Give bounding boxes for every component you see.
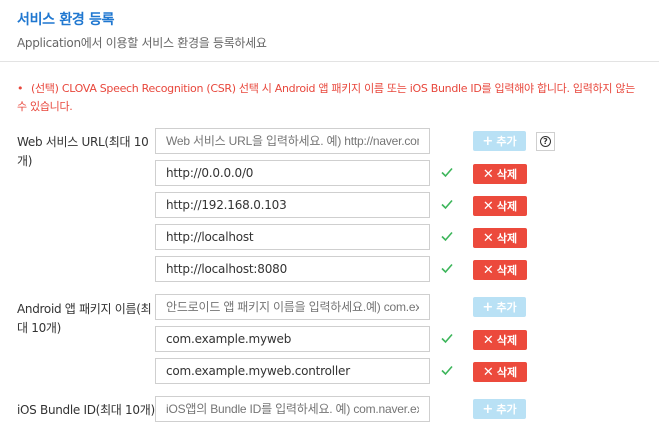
header-divider — [0, 61, 659, 62]
x-icon: ✕ — [482, 198, 494, 214]
question-circle-icon: ? — [540, 136, 551, 147]
web-url-input[interactable] — [155, 128, 430, 154]
x-icon: ✕ — [482, 332, 494, 348]
check-icon — [441, 231, 453, 242]
web-url-delete-button[interactable]: ✕ 삭제 — [473, 228, 527, 248]
notice-line-1: (선택) CLOVA Speech Recognition (CSR) 선택 시… — [31, 82, 636, 95]
web-url-label: Web 서비스 URL(최대 10 개) — [17, 135, 149, 168]
web-url-entry[interactable]: http://192.168.0.103 — [155, 192, 430, 218]
ios-bundle-label: iOS Bundle ID(최대 10개) — [17, 403, 155, 417]
plus-icon: + — [482, 299, 494, 315]
x-icon: ✕ — [482, 230, 494, 246]
web-url-entry[interactable]: http://0.0.0.0/0 — [155, 160, 430, 186]
web-url-entry[interactable]: http://localhost:8080 — [155, 256, 430, 282]
ios-bundle-add-button[interactable]: + 추가 — [473, 399, 526, 419]
web-url-delete-button[interactable]: ✕ 삭제 — [473, 196, 527, 216]
help-button[interactable]: ? — [536, 132, 555, 151]
check-icon — [441, 167, 453, 178]
web-url-add-button[interactable]: + 추가 — [473, 131, 526, 151]
x-icon: ✕ — [482, 364, 494, 380]
android-package-entry[interactable]: com.example.myweb — [155, 326, 430, 352]
check-icon — [441, 333, 453, 344]
notice-bullet: • — [17, 82, 24, 95]
page-subtitle: Application에서 이용할 서비스 환경을 등록하세요 — [17, 36, 267, 50]
check-icon — [441, 263, 453, 274]
page-title: 서비스 환경 등록 — [17, 12, 115, 28]
check-icon — [441, 199, 453, 210]
android-package-delete-button[interactable]: ✕ 삭제 — [473, 362, 527, 382]
web-url-delete-button[interactable]: ✕ 삭제 — [473, 164, 527, 184]
android-package-add-button[interactable]: + 추가 — [473, 297, 526, 317]
plus-icon: + — [482, 401, 494, 417]
plus-icon: + — [482, 133, 494, 149]
x-icon: ✕ — [482, 166, 494, 182]
android-package-entry[interactable]: com.example.myweb.controller — [155, 358, 430, 384]
android-package-label: Android 앱 패키지 이름(최 대 10개) — [17, 302, 152, 335]
android-package-delete-button[interactable]: ✕ 삭제 — [473, 330, 527, 350]
ios-bundle-input[interactable] — [155, 396, 430, 422]
check-icon — [441, 365, 453, 376]
notice-line-2: 수 있습니다. — [17, 100, 73, 113]
x-icon: ✕ — [482, 262, 494, 278]
android-package-input[interactable] — [155, 294, 430, 320]
web-url-entry[interactable]: http://localhost — [155, 224, 430, 250]
web-url-delete-button[interactable]: ✕ 삭제 — [473, 260, 527, 280]
